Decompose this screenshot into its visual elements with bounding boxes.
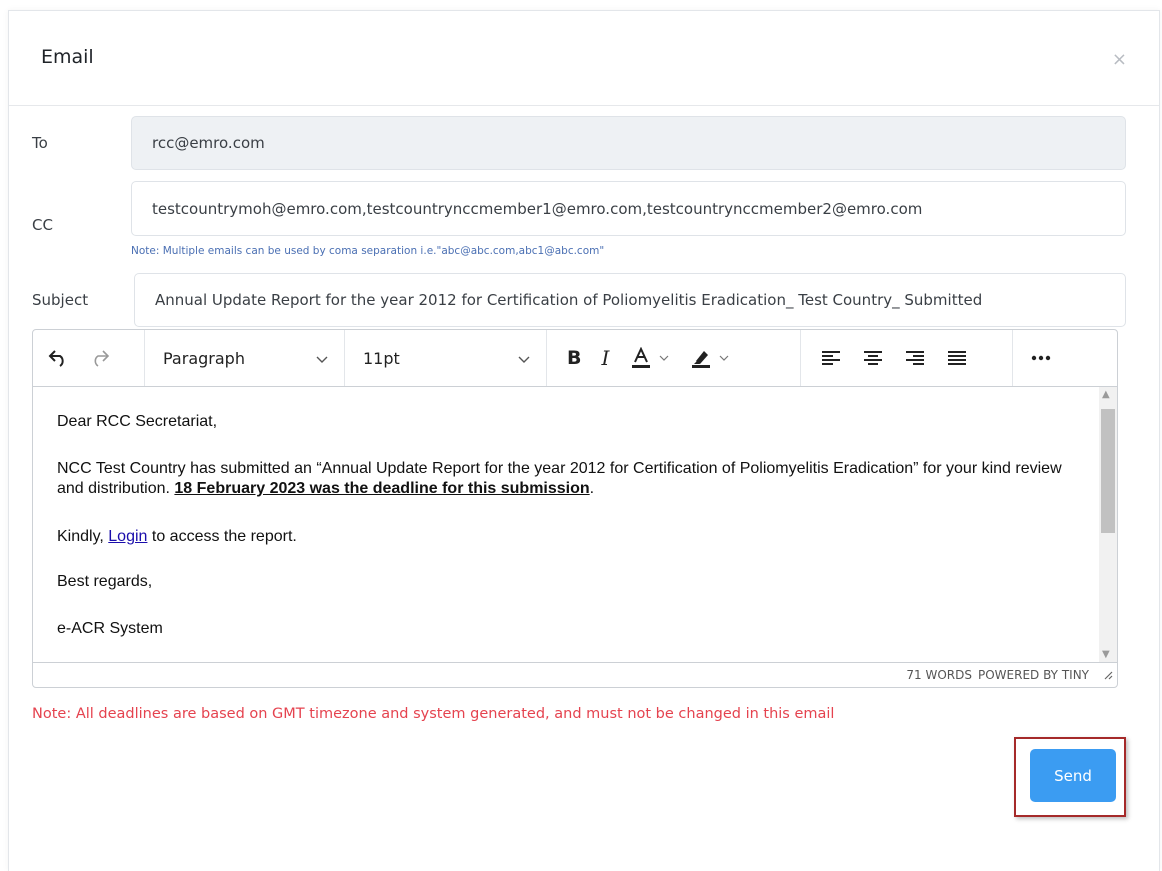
scroll-up-icon[interactable]: ▲ — [1102, 389, 1110, 400]
bold-icon[interactable]: B — [567, 347, 581, 369]
highlight-icon[interactable] — [689, 347, 729, 369]
deadline-note: Note: All deadlines are based on GMT tim… — [32, 706, 835, 722]
block-format-select[interactable]: Paragraph — [145, 330, 344, 386]
cc-input[interactable]: testcountrymoh@emro.com,testcountrynccme… — [131, 181, 1126, 236]
history-group — [33, 330, 145, 386]
signature-paragraph: e-ACR System — [57, 620, 163, 637]
greeting-paragraph: Dear RCC Secretariat, — [57, 413, 218, 430]
editor-toolbar: Paragraph 11pt B I — [33, 330, 1117, 387]
subject-input[interactable]: Annual Update Report for the year 2012 f… — [134, 273, 1126, 327]
format-group: B I — [547, 330, 801, 386]
kindly-prefix: Kindly, — [57, 528, 109, 545]
kindly-paragraph: Kindly, Login to access the report. — [57, 527, 1087, 547]
align-left-icon[interactable] — [821, 350, 841, 366]
italic-icon[interactable]: I — [601, 346, 609, 370]
send-button[interactable]: Send — [1030, 749, 1116, 802]
cc-note: Note: Multiple emails can be used by com… — [131, 245, 605, 257]
scroll-down-icon[interactable]: ▼ — [1102, 649, 1110, 660]
more-icon[interactable] — [1031, 355, 1051, 361]
body-paragraph: NCC Test Country has submitted an “Annua… — [57, 459, 1087, 499]
close-icon[interactable]: × — [1112, 49, 1127, 70]
block-format-value: Paragraph — [163, 348, 245, 368]
rich-text-editor: Paragraph 11pt B I Dear RCC Secretariat,… — [32, 329, 1118, 688]
alignment-group — [801, 330, 1013, 386]
block-format-group: Paragraph — [145, 330, 345, 386]
align-center-icon[interactable] — [863, 350, 883, 366]
to-label: To — [32, 134, 48, 152]
powered-by[interactable]: POWERED BY TINY — [978, 668, 1089, 682]
editor-scrollbar[interactable]: ▲ ▼ — [1099, 387, 1117, 662]
subject-label: Subject — [32, 291, 89, 309]
body-suffix: . — [589, 480, 595, 497]
modal-header: Email × — [9, 11, 1159, 106]
more-group — [1013, 355, 1051, 361]
cc-label: CC — [32, 216, 53, 234]
editor-statusbar: 71 WORDS POWERED BY TINY — [33, 662, 1117, 687]
chevron-down-icon — [316, 349, 328, 368]
word-count[interactable]: 71 WORDS — [906, 668, 972, 682]
chevron-down-icon — [518, 349, 530, 368]
font-color-icon[interactable] — [629, 347, 669, 369]
modal-title: Email — [41, 46, 94, 68]
to-field[interactable]: rcc@emro.com — [131, 116, 1126, 170]
font-size-select[interactable]: 11pt — [345, 330, 546, 386]
font-size-group: 11pt — [345, 330, 547, 386]
align-right-icon[interactable] — [905, 350, 925, 366]
closing-paragraph: Best regards, — [57, 573, 153, 590]
login-link[interactable]: Login — [108, 528, 147, 545]
undo-icon[interactable] — [47, 349, 69, 367]
scroll-thumb[interactable] — [1101, 409, 1115, 533]
justify-icon[interactable] — [947, 350, 967, 366]
deadline-text: 18 February 2023 was the deadline for th… — [174, 480, 590, 497]
editor-content[interactable]: Dear RCC Secretariat, NCC Test Country h… — [33, 387, 1099, 662]
redo-icon[interactable] — [89, 349, 111, 367]
kindly-suffix: to access the report. — [147, 528, 297, 545]
resize-handle-icon[interactable] — [1103, 669, 1113, 683]
font-size-value: 11pt — [363, 348, 400, 368]
